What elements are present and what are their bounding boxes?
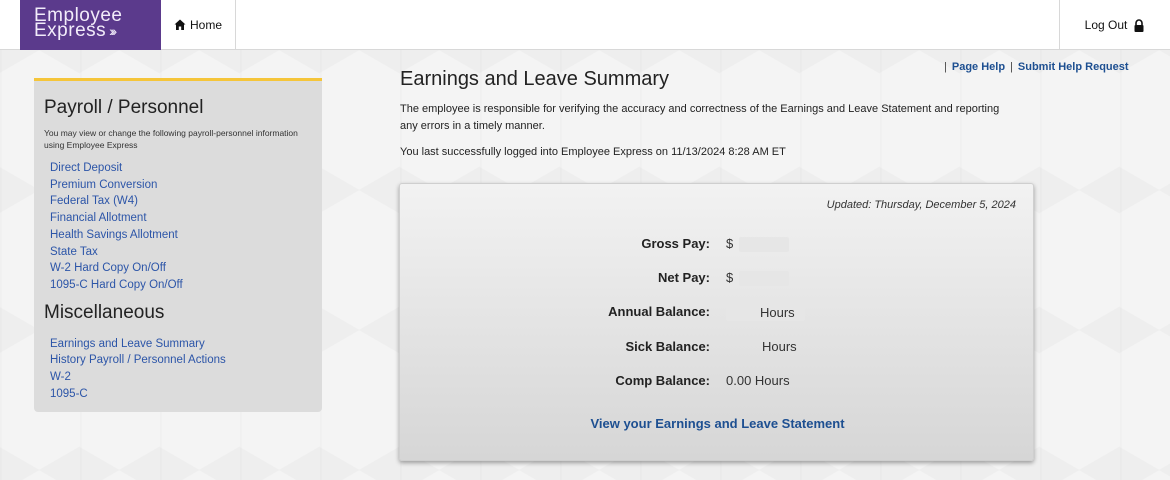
view-statement-link[interactable]: View your Earnings and Leave Statement <box>400 416 1035 431</box>
sick-balance-row: Sick Balance: Hours <box>400 339 1035 359</box>
sidebar-item-1095c[interactable]: 1095-C <box>50 386 312 403</box>
top-navigation-bar: Employee Express ››› Home Log Out <box>0 0 1170 50</box>
sidebar-item-financial-allotment[interactable]: Financial Allotment <box>50 210 312 227</box>
net-pay-row: Net Pay: $ <box>400 270 1035 290</box>
annual-balance-row: Annual Balance: Hours <box>400 304 1035 324</box>
earnings-summary-card: Updated: Thursday, December 5, 2024 Gros… <box>399 183 1034 461</box>
sick-balance-value: Hours <box>762 339 797 354</box>
net-pay-currency: $ <box>726 270 734 285</box>
logout-button[interactable]: Log Out <box>1059 0 1170 50</box>
home-label: Home <box>189 18 222 32</box>
net-pay-label: Net Pay: <box>657 270 710 285</box>
gross-pay-currency: $ <box>726 236 734 251</box>
page-help-link[interactable]: Page Help <box>952 61 1005 73</box>
sidebar-item-state-tax[interactable]: State Tax <box>50 244 312 261</box>
sidebar-title-miscellaneous: Miscellaneous <box>44 301 165 323</box>
sidebar-item-federal-tax[interactable]: Federal Tax (W4) <box>50 193 312 210</box>
submit-help-request-link[interactable]: Submit Help Request <box>1018 61 1129 73</box>
annual-balance-label: Annual Balance: <box>608 304 710 319</box>
net-pay-redacted <box>739 271 790 287</box>
sidebar-panel: Payroll / Personnel You may view or chan… <box>34 78 322 412</box>
sidebar-title-payroll: Payroll / Personnel <box>44 97 204 118</box>
lock-icon <box>1134 18 1144 32</box>
comp-balance-label: Comp Balance: <box>615 373 710 388</box>
logo-arrows-icon: ››› <box>109 23 117 39</box>
annual-balance-hours: Hours <box>726 304 805 321</box>
page-description: The employee is responsible for verifyin… <box>400 103 1000 132</box>
employee-express-logo[interactable]: Employee Express ››› <box>20 0 161 50</box>
sidebar-item-health-savings-allotment[interactable]: Health Savings Allotment <box>50 227 312 244</box>
comp-balance-value: 0.00 Hours <box>726 373 790 388</box>
misc-links: Earnings and Leave Summary History Payro… <box>44 336 312 403</box>
net-pay-value: $ <box>726 270 790 287</box>
sidebar-item-direct-deposit[interactable]: Direct Deposit <box>50 160 312 177</box>
logo-line2: Express ››› <box>34 20 161 41</box>
sidebar-intro: You may view or change the following pay… <box>44 128 298 150</box>
sidebar-item-w2-hard-copy[interactable]: W-2 Hard Copy On/Off <box>50 260 312 277</box>
annual-balance-value: Hours <box>726 304 805 321</box>
help-links: | Page Help | Submit Help Request <box>939 61 1129 73</box>
sidebar-item-history-actions[interactable]: History Payroll / Personnel Actions <box>50 352 312 369</box>
help-separator: | <box>944 61 947 73</box>
updated-date: Updated: Thursday, December 5, 2024 <box>826 199 1016 211</box>
sidebar-item-premium-conversion[interactable]: Premium Conversion <box>50 177 312 194</box>
last-login-text: You last successfully logged into Employ… <box>400 146 786 158</box>
gross-pay-label: Gross Pay: <box>641 236 710 251</box>
sick-balance-label: Sick Balance: <box>625 339 710 354</box>
help-separator: | <box>1010 61 1013 73</box>
gross-pay-redacted <box>739 237 790 253</box>
logout-label: Log Out <box>1084 18 1128 32</box>
home-icon <box>174 19 186 30</box>
page-title: Earnings and Leave Summary <box>400 68 670 90</box>
sidebar-item-1095c-hard-copy[interactable]: 1095-C Hard Copy On/Off <box>50 277 312 294</box>
payroll-links: Direct Deposit Premium Conversion Federa… <box>44 160 312 294</box>
gross-pay-value: $ <box>726 236 790 253</box>
home-button[interactable]: Home <box>161 0 236 50</box>
sidebar-item-w2[interactable]: W-2 <box>50 369 312 386</box>
comp-balance-row: Comp Balance: 0.00 Hours <box>400 373 1035 393</box>
sidebar-item-earnings-leave-summary[interactable]: Earnings and Leave Summary <box>50 336 312 353</box>
gross-pay-row: Gross Pay: $ <box>400 236 1035 256</box>
logo-line2-text: Express <box>34 20 107 41</box>
